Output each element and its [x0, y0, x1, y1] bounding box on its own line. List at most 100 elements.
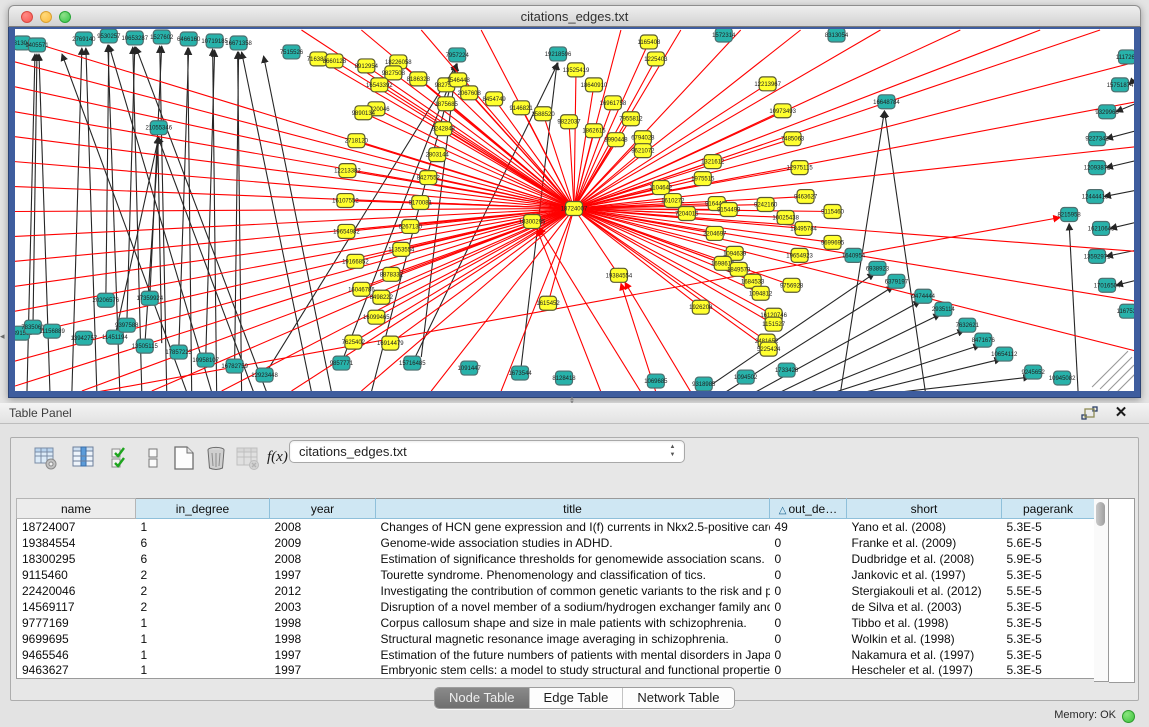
collapse-west-panel-arrow[interactable]: ◂	[0, 330, 8, 342]
graph-node[interactable]: 18495784	[790, 221, 817, 235]
graph-node[interactable]: 15751874	[1107, 78, 1134, 92]
table-row[interactable]: 946362711997Embryonic stem cells: a mode…	[17, 663, 1095, 679]
tab-node-table[interactable]: Node Table	[435, 688, 530, 708]
graph-node[interactable]: 16046786	[348, 282, 375, 296]
graph-node[interactable]: 1104642	[649, 181, 672, 195]
delete-table-icon[interactable]	[235, 444, 261, 472]
graph-node[interactable]: 1094812	[749, 286, 773, 300]
graph-node[interactable]: 9170081	[409, 196, 433, 210]
graph-node[interactable]: 12975115	[787, 161, 814, 175]
graph-node[interactable]: 12213967	[754, 77, 781, 91]
graph-node[interactable]: 1546448	[447, 73, 471, 87]
graph-node[interactable]: 9463627	[794, 190, 818, 204]
graph-node[interactable]: 8267130	[399, 219, 423, 233]
delete-column-icon[interactable]	[203, 444, 229, 472]
graph-node[interactable]: 9530257	[97, 29, 121, 43]
graph-node[interactable]: 2803144	[426, 148, 450, 162]
graph-node[interactable]: 1572314	[712, 29, 736, 42]
graph-node[interactable]: 10945082	[1049, 371, 1076, 385]
graph-node[interactable]: 9242160	[754, 198, 778, 212]
close-panel-icon[interactable]: ✕	[1113, 404, 1129, 422]
citation-graph-svg[interactable]: 1872400783130449405571276914095302571065…	[15, 29, 1134, 391]
graph-node[interactable]: 9621072	[631, 144, 655, 158]
graph-node[interactable]: 7485063	[781, 132, 805, 146]
table-row[interactable]: 977716911998Corpus callosum shape and si…	[17, 615, 1095, 631]
graph-node[interactable]: 19654923	[786, 248, 813, 262]
graph-node[interactable]: 2935114	[932, 302, 955, 316]
graph-node[interactable]: 12093872	[1084, 161, 1111, 175]
graph-node[interactable]: 6794028	[631, 131, 655, 145]
graph-node[interactable]: 1975515	[691, 172, 715, 186]
table-row[interactable]: 1830029562008Estimation of significance …	[17, 551, 1095, 567]
graph-node[interactable]: 1527602	[150, 30, 174, 44]
graph-node[interactable]: 13592971	[1084, 249, 1111, 263]
graph-node[interactable]: 8427552	[417, 171, 441, 185]
table-vertical-scrollbar[interactable]	[1094, 498, 1109, 682]
column-header-title[interactable]: title	[376, 499, 770, 519]
table-source-combobox[interactable]: citations_edges.txt ▲▼	[289, 440, 685, 463]
graph-node[interactable]: 15716485	[399, 356, 426, 370]
graph-node[interactable]: 9405571	[25, 38, 49, 52]
graph-node[interactable]: 7625402	[342, 335, 366, 349]
graph-node[interactable]: 10958107	[192, 353, 219, 367]
graph-node[interactable]: 19218596	[545, 47, 572, 61]
float-panel-icon[interactable]	[1081, 406, 1099, 421]
graph-node[interactable]: 1165408	[637, 35, 660, 49]
graph-node[interactable]: 9397588	[115, 318, 139, 332]
graph-node[interactable]: 17016504	[1094, 278, 1121, 292]
graph-node[interactable]: 9245652	[1022, 365, 1046, 379]
graph-node[interactable]: 1069685	[644, 374, 668, 388]
graph-node[interactable]: 11353554	[388, 242, 415, 256]
graph-node[interactable]: 1117260	[1116, 50, 1134, 64]
graph-node[interactable]: 1091447	[458, 361, 482, 375]
graph-node[interactable]: 6379197	[885, 274, 909, 288]
graph-node[interactable]: 8313054	[825, 29, 849, 42]
graph-node[interactable]: 16961758	[600, 96, 627, 110]
graph-node[interactable]: 16648784	[873, 95, 900, 109]
graph-node[interactable]: 10654112	[991, 347, 1018, 361]
table-row[interactable]: 969969511998Structural magnetic resonanc…	[17, 631, 1095, 647]
graph-node[interactable]: 2204697	[703, 226, 727, 240]
column-header-out-de-[interactable]: △out_de…	[770, 499, 847, 519]
graph-node[interactable]: 1151527	[762, 317, 785, 331]
graph-node[interactable]: 9154499	[717, 203, 741, 217]
graph-node[interactable]: 8454749	[483, 92, 507, 106]
table-row[interactable]: 2242004622012Investigating the contribut…	[17, 583, 1095, 599]
graph-node[interactable]: 9699695	[821, 235, 845, 249]
graph-node[interactable]: 13942757	[71, 331, 98, 345]
graph-node[interactable]: 20206576	[93, 293, 120, 307]
graph-node[interactable]: 12213382	[334, 164, 361, 178]
show-column-icon[interactable]	[71, 444, 97, 472]
graph-node[interactable]: 8186328	[407, 72, 431, 86]
graph-node[interactable]: 18640910	[581, 78, 608, 92]
graph-node[interactable]: 8471676	[972, 333, 996, 347]
graph-node[interactable]: 7204015	[675, 207, 699, 221]
graph-node[interactable]: 8990448	[604, 133, 628, 147]
graph-node[interactable]: 7955812	[619, 112, 643, 126]
graph-node[interactable]: 1321612	[701, 155, 725, 169]
table-row[interactable]: 1872400712008Changes of HCN gene express…	[17, 519, 1095, 535]
graph-node[interactable]: 6938923	[866, 261, 890, 275]
graph-node[interactable]: 1862615	[582, 124, 606, 138]
graph-node[interactable]: 6466160	[177, 32, 201, 46]
graph-node[interactable]: 9822037	[557, 115, 581, 129]
column-header-short[interactable]: short	[847, 499, 1002, 519]
graph-node[interactable]: 7515526	[280, 45, 304, 59]
graph-node[interactable]: 1094502	[734, 370, 758, 384]
table-row[interactable]: 946554611997Estimation of the future num…	[17, 647, 1095, 663]
graph-node[interactable]: 2067608	[458, 86, 482, 100]
graph-node[interactable]: 1588520	[531, 107, 555, 121]
graph-node[interactable]: 16782759	[221, 359, 248, 373]
graph-node[interactable]: 8128418	[552, 371, 576, 385]
graph-node[interactable]: 16107552	[332, 194, 359, 208]
graph-node[interactable]: 1640954	[842, 248, 866, 262]
graph-node[interactable]: 2718120	[345, 134, 369, 148]
graph-node[interactable]: 5225424	[757, 342, 781, 356]
graph-node[interactable]: 8878332	[380, 267, 404, 281]
table-row[interactable]: 911546021997Tourette syndrome. Phenomeno…	[17, 567, 1095, 583]
graph-node[interactable]: 1926208	[689, 300, 713, 314]
graph-node[interactable]: 12923448	[251, 368, 278, 382]
select-rows-icon[interactable]	[109, 444, 135, 472]
graph-node[interactable]: 16671358	[225, 36, 252, 50]
column-header-name[interactable]: name	[17, 499, 136, 519]
